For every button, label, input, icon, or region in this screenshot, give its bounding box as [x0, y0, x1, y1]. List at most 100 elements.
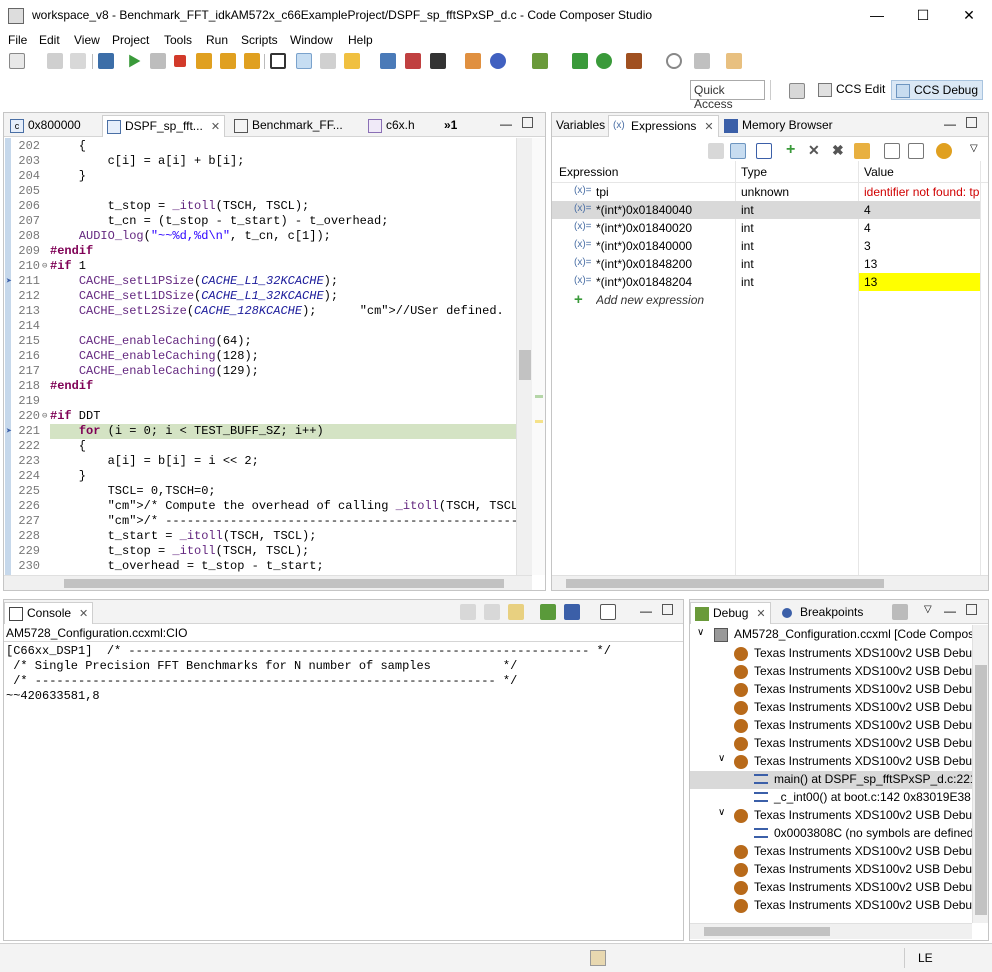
- code-line[interactable]: #if 1: [50, 259, 516, 274]
- quick-access-field[interactable]: Quick Access: [690, 80, 765, 111]
- maximize-view-icon[interactable]: [522, 117, 533, 128]
- remove-all-icon[interactable]: ✖: [832, 143, 848, 159]
- minimize-view-icon[interactable]: —: [640, 604, 652, 618]
- expression-row[interactable]: (x)= *(int*)0x01840000 int 3: [552, 237, 980, 255]
- code-line[interactable]: t_cn = (t_stop - t_start) - t_overhead;: [50, 214, 516, 229]
- tab-expressions[interactable]: (x) Expressions ✕: [608, 115, 719, 137]
- resume-icon[interactable]: [129, 54, 141, 68]
- code-line[interactable]: }: [50, 469, 516, 484]
- col-expression[interactable]: Expression: [559, 165, 618, 179]
- debug-target-item[interactable]: ∨ Texas Instruments XDS100v2 USB Debug Pr…: [690, 753, 972, 771]
- ccs-debug-perspective[interactable]: CCS Debug: [891, 80, 984, 100]
- link-icon[interactable]: [320, 53, 336, 69]
- close-tab-icon[interactable]: ✕: [79, 608, 88, 620]
- code-line[interactable]: AUDIO_log("~~%d,%d\n", t_cn, c[1]);: [50, 229, 516, 244]
- remove-icon[interactable]: ✕: [808, 143, 824, 159]
- code-line[interactable]: TSCL= 0,TSCH=0;: [50, 484, 516, 499]
- scroll-lock-icon[interactable]: [484, 604, 500, 620]
- save-icon[interactable]: [47, 53, 63, 69]
- debug-target-item[interactable]: Texas Instruments XDS100v2 USB Debug Pro…: [690, 897, 972, 915]
- layout-icon[interactable]: [756, 143, 772, 159]
- flash-icon[interactable]: [430, 53, 446, 69]
- code-line[interactable]: #endif: [50, 244, 516, 259]
- view-menu-icon[interactable]: ▽: [924, 604, 932, 615]
- ccs-edit-perspective[interactable]: CCS Edit: [814, 80, 889, 100]
- h-scroll-thumb[interactable]: [64, 579, 504, 588]
- tab-c6x-h[interactable]: c6x.h: [364, 115, 419, 137]
- debug-target-item[interactable]: Texas Instruments XDS100v2 USB Debug Pro…: [690, 861, 972, 879]
- instruction-step-icon[interactable]: [296, 53, 312, 69]
- step-return-icon[interactable]: [244, 53, 260, 69]
- step-over-icon[interactable]: [220, 53, 236, 69]
- new-view-icon[interactable]: [884, 143, 900, 159]
- minimize-view-icon[interactable]: —: [944, 604, 956, 618]
- build-icon[interactable]: [626, 53, 642, 69]
- debug-target-item[interactable]: Texas Instruments XDS100v2 USB Debug Pro…: [690, 879, 972, 897]
- disconnect-icon[interactable]: [405, 53, 421, 69]
- tab-dspf-sp-fft[interactable]: DSPF_sp_fft... ✕: [102, 115, 226, 137]
- word-wrap-icon[interactable]: [508, 604, 524, 620]
- code-line[interactable]: CACHE_setL1PSize(CACHE_L1_32KCACHE);: [50, 274, 516, 289]
- maximize-view-icon[interactable]: [966, 117, 977, 128]
- console-icon[interactable]: [694, 53, 710, 69]
- pin-icon[interactable]: [726, 53, 742, 69]
- debug-target-item[interactable]: Texas Instruments XDS100v2 USB Debug Pro…: [690, 735, 972, 753]
- code-line[interactable]: [50, 394, 516, 409]
- code-line[interactable]: {: [50, 439, 516, 454]
- new-icon[interactable]: [9, 53, 25, 69]
- menu-view[interactable]: View: [74, 33, 100, 47]
- debug-target-item[interactable]: ∨ Texas Instruments XDS100v2 USB Debug Pr…: [690, 807, 972, 825]
- display-console-icon[interactable]: [564, 604, 580, 620]
- suspend-icon[interactable]: [150, 53, 166, 69]
- restart-icon[interactable]: [596, 53, 612, 69]
- menu-edit[interactable]: Edit: [39, 33, 60, 47]
- tab-breakpoints[interactable]: Breakpoints: [778, 602, 867, 624]
- menu-scripts[interactable]: Scripts: [241, 33, 278, 47]
- tab-debug[interactable]: Debug ✕: [690, 602, 771, 624]
- debug-target-item[interactable]: Texas Instruments XDS100v2 USB Debug Pro…: [690, 681, 972, 699]
- expression-value[interactable]: 3: [859, 237, 980, 255]
- pin-view-icon[interactable]: [908, 143, 924, 159]
- expand-icon[interactable]: ∨: [718, 753, 725, 764]
- new-console-icon[interactable]: [600, 604, 616, 620]
- code-line[interactable]: {: [50, 139, 516, 154]
- save-all-icon[interactable]: [70, 53, 86, 69]
- expression-row[interactable]: (x)= *(int*)0x01840020 int 4: [552, 219, 980, 237]
- step-into-icon[interactable]: [196, 53, 212, 69]
- terminate-icon[interactable]: [174, 55, 186, 67]
- close-tab-icon[interactable]: ✕: [704, 121, 713, 133]
- stack-frame-item[interactable]: main() at DSPF_sp_fftSPxSP_d.c:221 0x830…: [690, 771, 972, 789]
- code-line[interactable]: CACHE_enableCaching(129);: [50, 364, 516, 379]
- minimize-view-icon[interactable]: —: [500, 117, 512, 131]
- stop-icon[interactable]: [666, 53, 682, 69]
- code-line[interactable]: "cm">/* --------------------------------…: [50, 514, 516, 529]
- expression-value[interactable]: 4: [859, 219, 980, 237]
- code-line[interactable]: [50, 184, 516, 199]
- expression-row[interactable]: (x)= *(int*)0x01848204 int 13: [552, 273, 980, 291]
- debug-icon[interactable]: [98, 53, 114, 69]
- tab-benchmark-ff[interactable]: Benchmark_FF...: [230, 115, 347, 137]
- debug-target-item[interactable]: Texas Instruments XDS100v2 USB Debug Pro…: [690, 717, 972, 735]
- code-line[interactable]: CACHE_enableCaching(128);: [50, 349, 516, 364]
- clear-console-icon[interactable]: [460, 604, 476, 620]
- code-line[interactable]: #endif: [50, 379, 516, 394]
- menu-project[interactable]: Project: [112, 33, 149, 47]
- code-line[interactable]: }: [50, 169, 516, 184]
- menu-run[interactable]: Run: [206, 33, 228, 47]
- console-output[interactable]: [C66xx_DSP1] /* ------------------------…: [6, 644, 682, 934]
- fold-icon[interactable]: ⊖: [42, 261, 47, 271]
- debug-horizontal-scrollbar[interactable]: [690, 923, 972, 939]
- expression-value[interactable]: 13: [859, 273, 980, 291]
- table-icon[interactable]: [270, 53, 286, 69]
- code-line[interactable]: [50, 319, 516, 334]
- add-icon[interactable]: +: [786, 142, 802, 159]
- close-button[interactable]: ✕: [946, 0, 992, 31]
- minimize-button[interactable]: —: [854, 0, 900, 31]
- editor-horizontal-scrollbar[interactable]: [4, 575, 532, 590]
- code-line[interactable]: #if DDT: [50, 409, 516, 424]
- expression-row[interactable]: (x)= *(int*)0x01840040 int 4: [552, 201, 980, 219]
- minimize-view-icon[interactable]: —: [944, 117, 956, 131]
- code-line[interactable]: for (i = 0; i < TEST_BUFF_SZ; i++): [50, 424, 516, 439]
- h-scroll-thumb[interactable]: [566, 579, 884, 588]
- target-icon[interactable]: [490, 53, 506, 69]
